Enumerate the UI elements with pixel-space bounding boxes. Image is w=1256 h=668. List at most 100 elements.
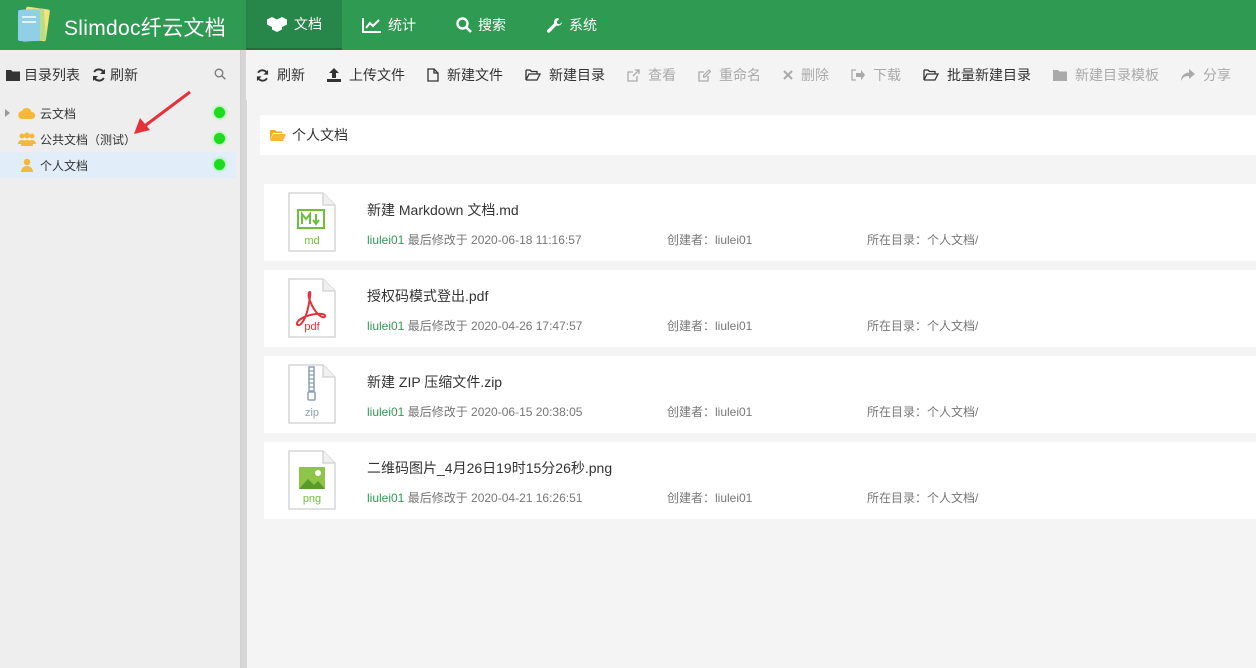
toolbar-label: 查看	[648, 67, 676, 83]
download-button[interactable]: 下载	[851, 65, 901, 85]
file-name[interactable]: 新建 ZIP 压缩文件.zip	[367, 372, 502, 392]
file-meta-modified: liulei01 最后修改于 2020-04-21 16:26:51	[367, 489, 582, 506]
sidebar-header: 目录列表 刷新	[0, 50, 240, 100]
file-row[interactable]: pdf 授权码模式登出.pdf liulei01 最后修改于 2020-04-2…	[264, 270, 1256, 347]
sidebar-item-cloud-docs[interactable]: 云文档	[0, 100, 240, 126]
file-creator: 创建者：liulei01	[667, 491, 753, 505]
file-icon	[427, 68, 439, 82]
nav-tab-stats[interactable]: 统计	[342, 0, 436, 50]
sidebar-item-label: 公共文档（测试）	[40, 132, 137, 147]
file-owner-link[interactable]: liulei01	[367, 319, 404, 333]
status-dot	[214, 107, 225, 118]
delete-button[interactable]: 删除	[783, 65, 829, 85]
toolbar-label: 刷新	[277, 67, 305, 83]
file-row[interactable]: zip 新建 ZIP 压缩文件.zip liulei01 最后修改于 2020-…	[264, 356, 1256, 433]
cloud-icon	[18, 107, 36, 119]
file-row[interactable]: png 二维码图片_4月26日19时15分26秒.png liulei01 最后…	[264, 442, 1256, 519]
toolbar-label: 新建目录模板	[1075, 67, 1159, 83]
sidebar-title: 目录列表	[24, 67, 80, 83]
zip-file-icon: zip	[288, 364, 336, 424]
svg-text:pdf: pdf	[304, 321, 320, 333]
nav-tab-search[interactable]: 搜索	[436, 0, 526, 50]
view-button[interactable]: 查看	[627, 65, 676, 85]
share-button[interactable]: 分享	[1181, 65, 1231, 85]
file-directory: 所在目录：个人文档/	[867, 405, 979, 419]
svg-text:md: md	[304, 235, 319, 247]
main-nav: 文档 统计 搜索 系统	[246, 0, 617, 50]
file-creator: 创建者：liulei01	[667, 233, 753, 247]
wrench-icon	[547, 17, 562, 33]
cubes-icon	[267, 17, 287, 32]
toolbar-label: 删除	[801, 67, 829, 83]
file-owner-link[interactable]: liulei01	[367, 491, 404, 505]
sidebar-item-public-docs[interactable]: 公共文档（测试）	[0, 126, 240, 152]
file-modified: 最后修改于 2020-06-15 20:38:05	[407, 405, 583, 419]
directory-list-title: 目录列表	[6, 65, 80, 85]
caret-right-icon[interactable]	[0, 109, 14, 117]
sidebar-resize-handle[interactable]	[240, 50, 247, 668]
sidebar-refresh-button[interactable]: 刷新	[92, 65, 138, 85]
file-directory: 所在目录：个人文档/	[867, 491, 979, 505]
nav-tab-docs[interactable]: 文档	[246, 0, 342, 50]
file-meta-modified: liulei01 最后修改于 2020-06-15 20:38:05	[367, 403, 582, 420]
folder-icon	[6, 70, 20, 81]
svg-text:png: png	[303, 493, 321, 505]
edit-icon	[698, 68, 711, 82]
search-icon	[456, 17, 472, 33]
top-navbar: Slimdoc纤云文档 文档 统计 搜索 系统	[0, 0, 1256, 50]
share-icon	[1181, 69, 1195, 81]
search-icon[interactable]	[214, 68, 226, 80]
new-folder-button[interactable]: 新建目录	[525, 65, 605, 85]
sidebar: 目录列表 刷新 云文档 公共文档（测试） 个人文档	[0, 50, 240, 668]
file-modified: 最后修改于 2020-06-18 11:16:57	[407, 233, 582, 247]
new-folder-template-button[interactable]: 新建目录模板	[1053, 65, 1159, 85]
batch-new-folder-button[interactable]: 批量新建目录	[923, 65, 1031, 85]
toolbar-label: 重命名	[719, 67, 761, 83]
upload-icon	[327, 68, 341, 82]
markdown-file-icon: md	[288, 192, 336, 252]
file-row[interactable]: md 新建 Markdown 文档.md liulei01 最后修改于 2020…	[264, 184, 1256, 261]
toolbar-label: 新建目录	[549, 67, 605, 83]
new-file-button[interactable]: 新建文件	[427, 65, 503, 85]
file-owner-link[interactable]: liulei01	[367, 233, 404, 247]
pdf-file-icon: pdf	[288, 278, 336, 338]
file-name[interactable]: 二维码图片_4月26日19时15分26秒.png	[367, 458, 612, 478]
brand-title: Slimdoc纤云文档	[64, 17, 226, 40]
toolbar-label: 分享	[1203, 67, 1231, 83]
rename-button[interactable]: 重命名	[698, 65, 761, 85]
sidebar-item-label: 个人文档	[40, 158, 89, 173]
folder-open-icon	[525, 69, 541, 81]
refresh-button[interactable]: 刷新	[256, 65, 305, 85]
red-arrow-annotation	[134, 90, 191, 134]
sidebar-item-label: 云文档	[40, 106, 77, 121]
file-meta-modified: liulei01 最后修改于 2020-06-18 11:16:57	[367, 231, 582, 248]
image-file-icon: png	[288, 450, 336, 510]
folder-open-icon	[923, 69, 939, 81]
toolbar-label: 上传文件	[349, 67, 405, 83]
file-name[interactable]: 授权码模式登出.pdf	[367, 286, 488, 306]
line-chart-icon	[362, 18, 381, 33]
nav-tab-system[interactable]: 系统	[526, 0, 617, 50]
toolbar-label: 下载	[873, 67, 901, 83]
toolbar-label: 批量新建目录	[947, 67, 1031, 83]
file-modified: 最后修改于 2020-04-21 16:26:51	[407, 491, 583, 505]
logo-icon	[18, 6, 50, 42]
file-name[interactable]: 新建 Markdown 文档.md	[367, 200, 519, 220]
folder-icon	[1053, 70, 1067, 81]
svg-text:zip: zip	[305, 407, 319, 419]
toolbar-label: 新建文件	[447, 67, 503, 83]
user-icon	[18, 158, 36, 172]
users-icon	[18, 132, 36, 146]
folder-open-icon	[270, 130, 286, 141]
file-modified: 最后修改于 2020-04-26 17:47:57	[407, 319, 583, 333]
file-directory: 所在目录：个人文档/	[867, 233, 979, 247]
sign-out-icon	[851, 69, 865, 81]
nav-tab-label: 系统	[569, 17, 597, 33]
status-dot	[214, 159, 225, 170]
file-owner-link[interactable]: liulei01	[367, 405, 404, 419]
sidebar-item-personal-docs[interactable]: 个人文档	[0, 152, 236, 178]
status-dot	[214, 133, 225, 144]
breadcrumb: 个人文档	[260, 115, 1256, 155]
upload-file-button[interactable]: 上传文件	[327, 65, 405, 85]
file-meta-modified: liulei01 最后修改于 2020-04-26 17:47:57	[367, 317, 582, 334]
